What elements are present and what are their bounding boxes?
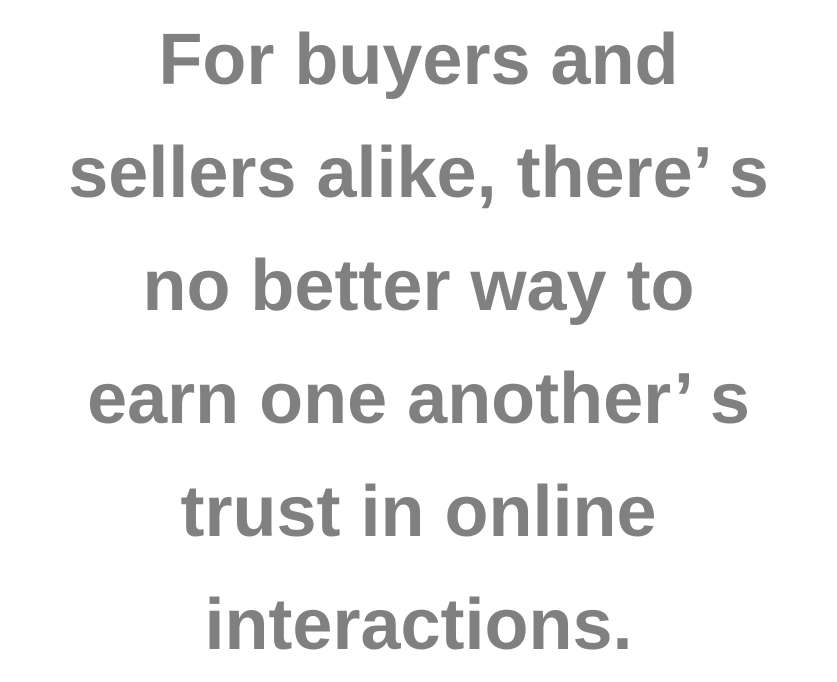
quote-line-1: For buyers and: [158, 20, 679, 100]
quote-line-3: no better way to: [142, 246, 695, 326]
quote-line-2: sellers alike, there’ s: [68, 133, 769, 213]
quote-line-4: earn one another’ s: [87, 359, 750, 439]
quote-text-block: For buyers and sellers alike, there’ s n…: [0, 0, 837, 665]
quote-line-6: interactions.: [204, 585, 633, 665]
quote-line-5: trust in online: [180, 472, 657, 552]
